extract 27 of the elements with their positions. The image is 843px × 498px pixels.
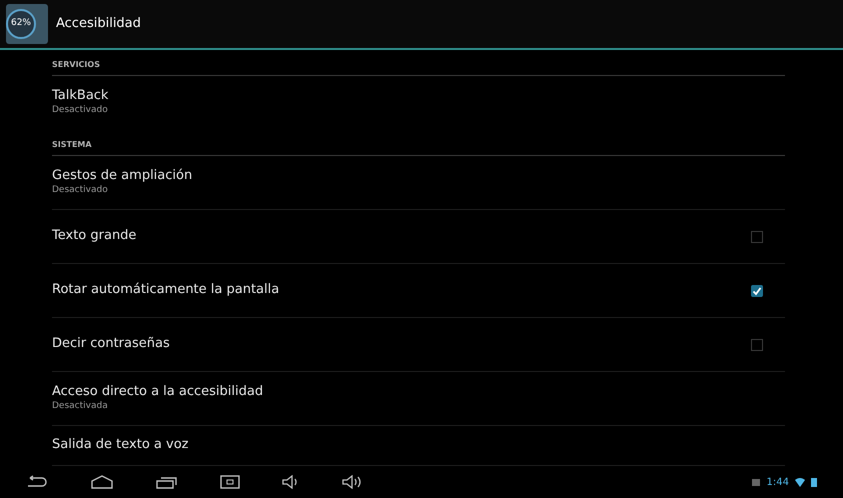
setting-title[interactable]: Salida de texto a voz	[52, 437, 785, 454]
setting-summary: Desactivado	[52, 104, 109, 118]
setting-title[interactable]: TalkBack	[52, 88, 785, 104]
setting-summary: Desactivada	[52, 400, 109, 413]
section-header: SERVICIOS	[52, 59, 100, 71]
checkbox[interactable]	[751, 338, 763, 350]
checkbox[interactable]	[751, 284, 763, 296]
setting-title[interactable]: Gestos de ampliación	[52, 168, 785, 184]
clock: 1:44	[766, 476, 789, 490]
back-icon[interactable]	[26, 475, 48, 489]
screenshot-icon[interactable]	[220, 475, 240, 489]
setting-title[interactable]: Texto grande	[52, 228, 751, 245]
setting-summary: Desactivado	[52, 184, 109, 197]
app-icon[interactable]: 62%	[6, 4, 48, 44]
checkbox[interactable]	[751, 230, 763, 242]
setting-title[interactable]: Decir contraseñas	[52, 336, 751, 353]
tablet-icon	[750, 478, 761, 486]
check-icon	[752, 286, 762, 296]
screen-title: Accesibilidad	[56, 15, 141, 34]
setting-title[interactable]: Acceso directo a la accesibilidad	[52, 384, 785, 400]
home-icon[interactable]	[90, 475, 114, 489]
battery-icon	[811, 477, 817, 487]
wifi-icon	[795, 478, 805, 486]
recent-apps-icon[interactable]	[156, 475, 178, 489]
battery-badge: 62%	[6, 9, 36, 39]
setting-title[interactable]: Rotar automáticamente la pantalla	[52, 282, 751, 299]
section-header: SISTEMA	[52, 139, 92, 151]
